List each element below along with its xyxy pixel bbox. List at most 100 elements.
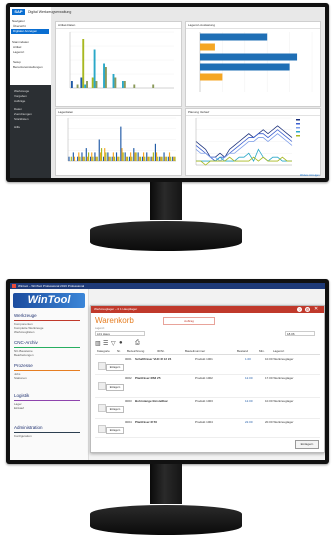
sap-sidebar-item-location[interactable]: Lagerort — [13, 50, 24, 54]
row-location: 10.00 Werkzeuglager — [265, 357, 294, 361]
settings-icon[interactable]: ⚙ — [305, 307, 310, 312]
section-logistics[interactable]: Logistik — [14, 393, 29, 398]
col-min[interactable]: Min. — [259, 349, 265, 353]
ok-button[interactable]: Einlagern — [295, 440, 319, 449]
row-button[interactable]: Einlagern — [106, 406, 124, 413]
sap-sidebar-bottom-6[interactable]: Stücklisten — [10, 117, 51, 122]
section-admin-item[interactable]: Konfiguration — [14, 434, 32, 438]
bar — [68, 156, 70, 161]
row-part: Produkt 1002 — [195, 376, 213, 380]
series-line — [196, 148, 292, 162]
row-nr: 0001 — [125, 357, 132, 361]
date-field[interactable]: 18.06 — [285, 331, 315, 336]
sap-sidebar-item-user[interactable]: Benutzereinstellungen — [13, 65, 43, 69]
section-process[interactable]: Prozesse — [14, 363, 33, 368]
bar — [111, 156, 113, 161]
section-tools[interactable]: Werkzeuge — [14, 313, 37, 318]
monitor-top-base — [90, 221, 242, 251]
table-row[interactable]: Einlagern 0002 Planfräser Ø63 Z5 Produkt… — [95, 375, 320, 398]
col-stock[interactable]: Bestand — [237, 349, 248, 353]
section-tools-item[interactable]: Werkzeuglisten — [14, 330, 34, 334]
row-button[interactable]: Einlagern — [106, 384, 124, 391]
section-logistics-item[interactable]: Einkauf — [14, 406, 24, 410]
table-row[interactable]: Einlagern 0001 Schaftfräser VHC Ø 12 Z4 … — [95, 356, 320, 375]
col-part[interactable]: Bauteilnummer — [185, 349, 205, 353]
panel-location-chart: Lagerort-Auslastung — [185, 21, 321, 107]
bar — [95, 156, 97, 161]
bar — [112, 152, 114, 161]
bar — [98, 139, 100, 161]
legend-swatch — [296, 135, 300, 137]
bar — [92, 156, 94, 161]
bar — [77, 156, 79, 161]
col-name[interactable]: Bezeichnung — [127, 349, 144, 353]
barcode-icon[interactable]: ▥ — [95, 340, 101, 347]
row-nr: 0004 — [125, 420, 132, 424]
bar — [78, 152, 80, 161]
sap-sidebar-item-setup[interactable]: Setup — [13, 60, 21, 64]
row-thumb — [98, 404, 106, 412]
bar — [164, 156, 166, 161]
bar — [82, 156, 84, 161]
row-name: Schaftfräser VHC Ø 12 Z4 — [135, 357, 172, 361]
section-process-item[interactable]: Stationen — [14, 376, 27, 380]
bar — [83, 156, 85, 161]
bar — [123, 81, 126, 88]
col-nr[interactable]: Nr. — [117, 349, 121, 353]
sap-sidebar-bottom-3[interactable]: Aufträge — [10, 99, 51, 104]
wintool-logo: WinTool — [13, 293, 85, 308]
dialog-tab[interactable]: Auftrag — [163, 317, 215, 325]
bar — [200, 53, 298, 61]
bar — [133, 84, 136, 88]
bar — [86, 156, 89, 161]
col-id[interactable]: ID/Nr. — [157, 349, 165, 353]
bar — [70, 156, 72, 161]
series-line — [196, 156, 292, 166]
col-location[interactable]: Lagerort — [273, 349, 284, 353]
bar — [80, 77, 83, 88]
info-icon[interactable]: ● — [119, 340, 123, 346]
bar — [200, 73, 223, 81]
bar — [91, 77, 94, 88]
bar — [130, 152, 132, 161]
section-admin[interactable]: Administration — [14, 425, 43, 430]
row-location: 20.00 Werkzeuglager — [265, 420, 294, 424]
bar — [174, 156, 176, 161]
bar — [154, 143, 156, 161]
chart-line — [195, 117, 300, 166]
filter-icon[interactable]: ▽ — [111, 340, 116, 347]
help-icon[interactable]: ? — [297, 307, 302, 312]
col-category[interactable]: Kategorie — [97, 349, 110, 353]
list-icon[interactable]: ☰ — [103, 340, 108, 347]
row-button[interactable]: Einlagern — [106, 427, 124, 434]
bar — [128, 156, 131, 161]
bar — [84, 84, 87, 88]
bar — [73, 156, 76, 161]
row-button[interactable]: Einlagern — [106, 364, 124, 371]
bar — [146, 152, 148, 161]
sap-sidebar-item-article[interactable]: Artikel — [13, 45, 21, 49]
bar — [200, 33, 268, 41]
section-cnc[interactable]: CNC-Archiv — [14, 340, 38, 345]
dialog-titlebar: Werkzeuglager – 0 1 Hauptlager ? ⚙ ✕ — [91, 306, 324, 313]
table-row[interactable]: Einlagern 0003 Bohrstange Einstellbar Pr… — [95, 398, 320, 419]
close-icon[interactable]: ✕ — [314, 306, 318, 313]
bar — [85, 148, 87, 161]
row-thumb — [98, 382, 106, 390]
location-select[interactable]: L01 Haus — [95, 331, 145, 336]
section-cnc-item[interactable]: Bearbeitungen — [14, 353, 34, 357]
bar — [118, 156, 120, 161]
section-process-line — [14, 370, 80, 371]
sap-sidebar-bottom-7[interactable]: Hilfe — [10, 125, 51, 130]
row-qty: 12.00 — [245, 399, 253, 403]
footer-link[interactable]: Weitere Anzeigen — [300, 174, 320, 178]
sap-sidebar-item-active[interactable]: Digitaler Anzeigen — [11, 29, 49, 34]
bar — [160, 156, 162, 161]
table-row[interactable]: Einlagern 0004 Planfräser Ø 50 Produkt 1… — [95, 419, 320, 438]
bar — [114, 77, 117, 88]
print-icon[interactable]: ⎙ — [135, 340, 140, 347]
legend-swatch — [296, 119, 300, 121]
bar — [126, 156, 129, 161]
bar — [137, 152, 139, 161]
sap-sidebar-item-overview[interactable]: Übersicht — [13, 24, 26, 28]
